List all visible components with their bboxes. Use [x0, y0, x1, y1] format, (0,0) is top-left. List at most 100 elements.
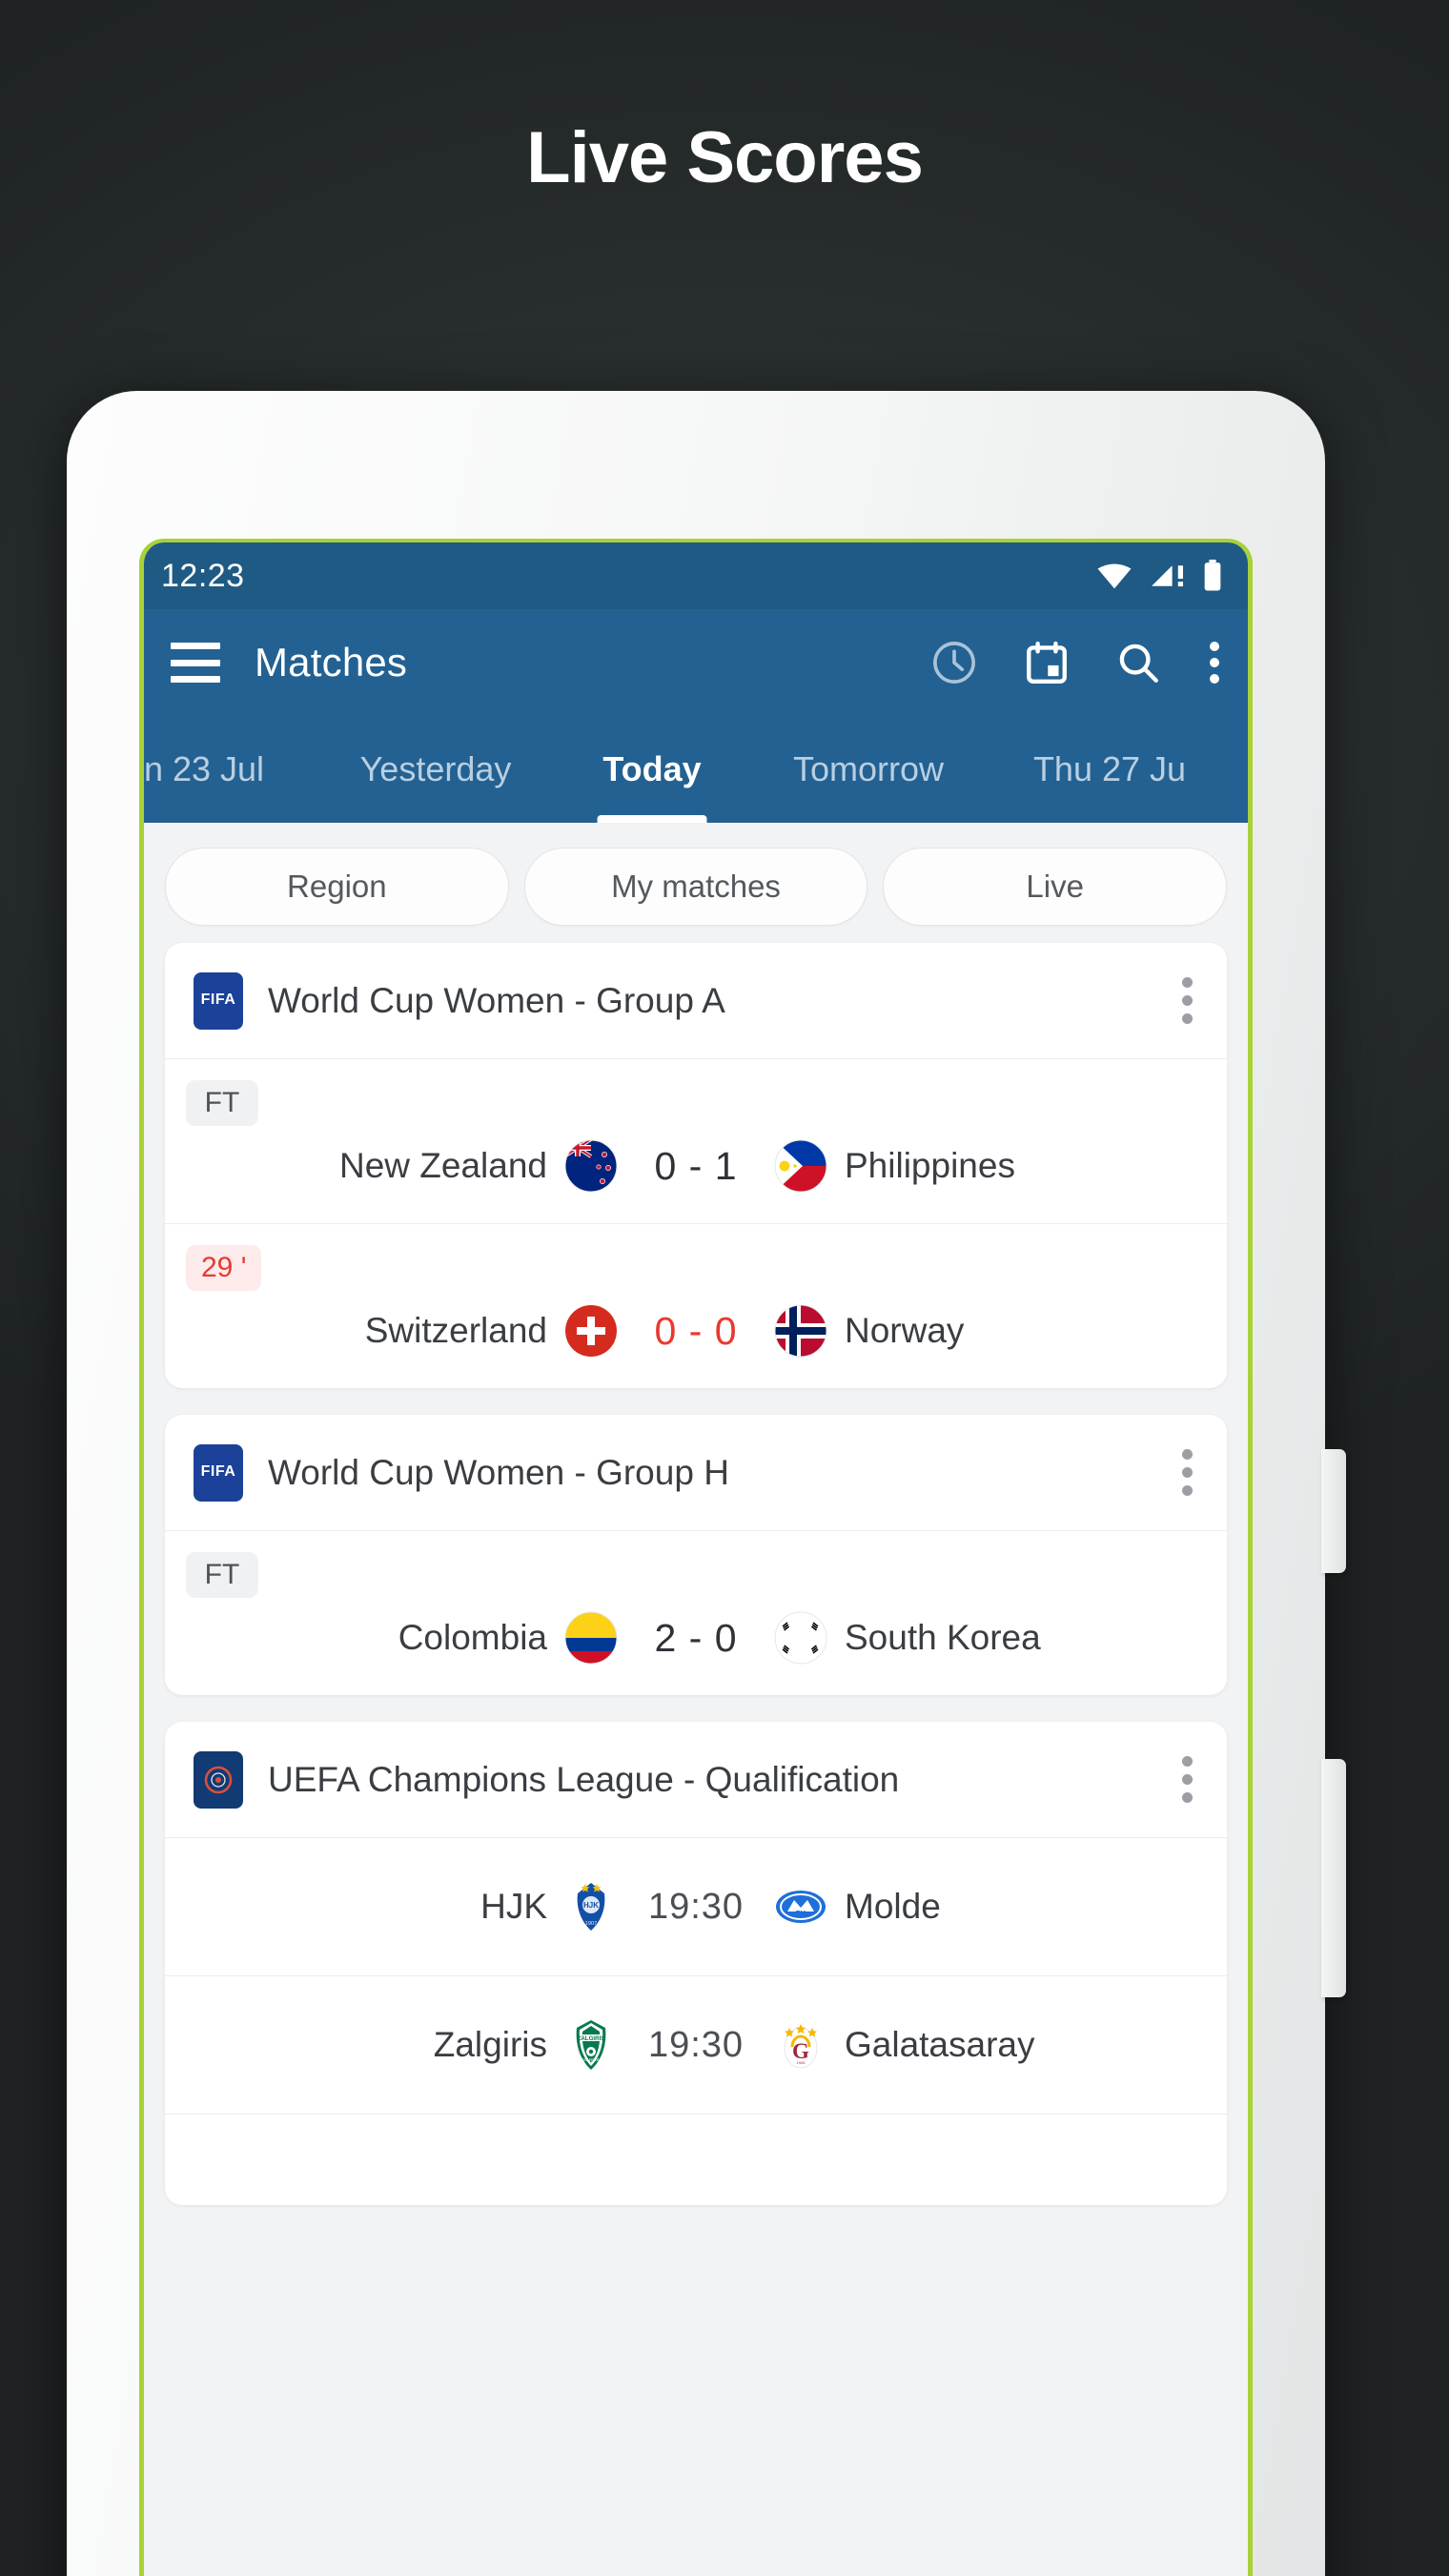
away-team-name: Galatasaray	[845, 2025, 1035, 2064]
league-header[interactable]: UEFA Champions League - Qualification	[165, 1722, 1227, 1837]
status-bar-clock: 12:23	[161, 557, 245, 594]
overflow-dot-3	[1210, 674, 1219, 684]
match-score: 19:30	[647, 1886, 745, 1927]
app-bar-actions	[929, 638, 1223, 687]
match-score: 19:30	[647, 2024, 745, 2065]
match-body: Colombia 2 - 0 South Korea	[165, 1611, 1227, 1665]
filter-chip-row: Region My matches Live	[144, 823, 1248, 943]
filter-chip-my-matches[interactable]: My matches	[523, 848, 868, 926]
overflow-dot-1	[1210, 642, 1219, 651]
match-body: Zalgiris ZALGIRIS VILNIUS 19:30 G 1905 G…	[165, 2018, 1227, 2072]
home-team-name: Switzerland	[364, 1311, 547, 1350]
match-body: New Zealand 0 - 1 Philippines	[165, 1139, 1227, 1193]
league-card: UEFA Champions League - Qualification HJ…	[165, 1722, 1227, 2205]
date-tabs[interactable]: un 23 Jul Yesterday Today Tomorrow Thu 2…	[144, 716, 1248, 823]
league-dot-1	[1182, 1449, 1193, 1460]
page-title: Live Scores	[526, 117, 924, 198]
svg-text:1907: 1907	[585, 1921, 597, 1927]
hamburger-menu-icon[interactable]	[171, 643, 220, 683]
match-body: HJK HJK 1907 19:30 FK Molde	[165, 1880, 1227, 1933]
away-team-name: Philippines	[845, 1146, 1015, 1185]
league-header[interactable]: FIFA World Cup Women - Group A	[165, 943, 1227, 1058]
galatasaray-crest-icon: G 1905	[774, 2018, 827, 2072]
battery-icon	[1202, 560, 1223, 592]
status-badge: FT	[186, 1552, 258, 1598]
menu-bar-1	[171, 643, 220, 649]
match-row[interactable]: Zalgiris ZALGIRIS VILNIUS 19:30 G 1905 G…	[165, 1975, 1227, 2114]
date-tab-4[interactable]: Thu 27 Ju	[990, 716, 1229, 823]
status-badge: 29 '	[186, 1245, 262, 1291]
colombia-flag-icon	[564, 1611, 618, 1665]
league-card: FIFA World Cup Women - Group A FT New Ze…	[165, 943, 1227, 1388]
league-dot-3	[1182, 1485, 1193, 1496]
match-row[interactable]: 29 ' Switzerland 0 - 0 Norway	[165, 1223, 1227, 1388]
philippines-flag-icon	[774, 1139, 827, 1193]
status-bar-icons	[1095, 560, 1223, 592]
phone-side-button-power[interactable]	[1321, 1449, 1346, 1573]
match-row[interactable]: FT New Zealand 0 - 1 Philippines	[165, 1058, 1227, 1223]
south-korea-flag-icon	[774, 1611, 827, 1665]
app-bar-title: Matches	[255, 640, 408, 685]
match-list: FIFA World Cup Women - Group A FT New Ze…	[144, 943, 1248, 2205]
league-dot-2	[1182, 1774, 1193, 1785]
away-team-name: Molde	[845, 1887, 941, 1926]
history-clock-icon[interactable]	[929, 638, 979, 687]
svg-text:FK: FK	[796, 1910, 806, 1918]
away-team-name: South Korea	[845, 1618, 1041, 1657]
fifa-badge-label: FIFA	[200, 1463, 236, 1481]
league-header[interactable]: FIFA World Cup Women - Group H	[165, 1415, 1227, 1530]
match-score: 2 - 0	[654, 1615, 738, 1660]
phone-side-button-volume[interactable]	[1321, 1759, 1346, 1997]
match-score: 0 - 1	[654, 1143, 738, 1188]
date-tab-tomorrow[interactable]: Tomorrow	[746, 716, 990, 823]
date-tab-today[interactable]: Today	[558, 716, 746, 823]
fifa-badge-icon: FIFA	[194, 1443, 243, 1502]
date-tab-0[interactable]: un 23 Jul	[144, 716, 314, 823]
league-overflow-menu-icon[interactable]	[1173, 971, 1202, 1030]
league-dot-2	[1182, 1467, 1193, 1478]
molde-fk-crest-icon: FK	[774, 1880, 827, 1933]
zalgiris-vilnius-crest-icon: ZALGIRIS VILNIUS	[564, 2018, 618, 2072]
league-name: World Cup Women - Group A	[268, 980, 725, 1020]
status-bar: 12:23	[144, 542, 1248, 609]
wifi-icon	[1095, 562, 1133, 590]
match-score: 0 - 0	[654, 1308, 738, 1353]
filter-chip-region[interactable]: Region	[165, 848, 509, 926]
hjk-helsinki-crest-icon: HJK 1907	[564, 1880, 618, 1933]
menu-bar-3	[171, 676, 220, 683]
home-team-name: HJK	[480, 1887, 547, 1926]
filter-chip-live[interactable]: Live	[883, 848, 1228, 926]
menu-bar-2	[171, 659, 220, 666]
phone-screen: 12:23 Matches n 23 Jul Yesterday Today T…	[139, 539, 1253, 2576]
overflow-menu-icon[interactable]	[1206, 638, 1223, 687]
home-team-name: Zalgiris	[433, 2025, 547, 2064]
league-overflow-menu-icon[interactable]	[1173, 1750, 1202, 1809]
league-card: FIFA World Cup Women - Group H FT Colomb…	[165, 1415, 1227, 1695]
svg-text:VILNIUS: VILNIUS	[582, 2057, 599, 2062]
match-row-partial[interactable]	[165, 2114, 1227, 2205]
app-bar: Matches	[144, 609, 1248, 716]
fifa-badge-icon: FIFA	[194, 971, 243, 1030]
uefa-badge-icon	[194, 1750, 243, 1809]
date-tab-yesterday[interactable]: Yesterday	[314, 716, 558, 823]
home-team-name: Colombia	[398, 1618, 547, 1657]
match-row[interactable]: HJK HJK 1907 19:30 FK Molde	[165, 1837, 1227, 1975]
home-team-name: New Zealand	[338, 1146, 547, 1185]
phone-mockup: 12:23 Matches n 23 Jul Yesterday Today T…	[67, 391, 1382, 2576]
fifa-badge-label: FIFA	[200, 992, 236, 1009]
match-row[interactable]: FT Colombia 2 - 0 South Korea	[165, 1530, 1227, 1695]
match-body: Switzerland 0 - 0 Norway	[165, 1304, 1227, 1358]
league-overflow-menu-icon[interactable]	[1173, 1443, 1202, 1502]
league-name: UEFA Champions League - Qualification	[268, 1759, 900, 1799]
calendar-icon[interactable]	[1023, 639, 1071, 686]
league-dot-2	[1182, 995, 1193, 1006]
switzerland-flag-icon	[564, 1304, 618, 1358]
league-dot-3	[1182, 1792, 1193, 1803]
league-name: World Cup Women - Group H	[268, 1452, 729, 1492]
search-icon[interactable]	[1114, 639, 1162, 686]
new-zealand-flag-icon	[564, 1139, 618, 1193]
norway-flag-icon	[774, 1304, 827, 1358]
status-badge: FT	[186, 1080, 258, 1126]
cellular-signal-icon	[1149, 562, 1187, 590]
league-dot-1	[1182, 977, 1193, 988]
